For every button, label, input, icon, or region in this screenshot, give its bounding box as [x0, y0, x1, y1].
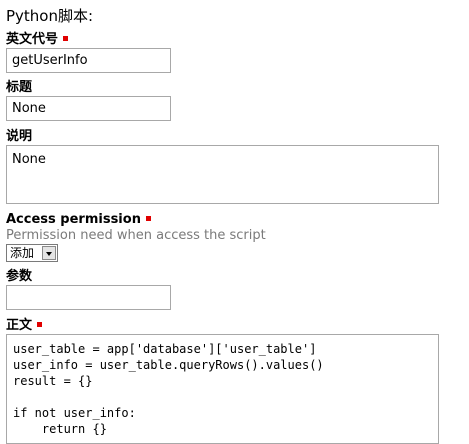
access-permission-select[interactable]: 添加 [6, 244, 58, 262]
code-editor[interactable]: user_table = app['database']['user_table… [6, 334, 439, 444]
params-label: 参数 [6, 269, 33, 284]
required-marker [145, 216, 151, 221]
code-name-input[interactable]: getUserInfo [6, 48, 171, 73]
required-marker [63, 36, 69, 41]
access-permission-hint: Permission need when access the script [6, 228, 266, 243]
access-permission-label-text: Access permission [6, 212, 141, 227]
description-label: 说明 [6, 129, 33, 144]
page-title: Python脚本: [6, 7, 94, 25]
description-textarea[interactable]: None [6, 145, 439, 204]
title-label: 标题 [6, 80, 33, 95]
code-name-label: 英文代号 [6, 32, 69, 48]
body-label-text: 正文 [6, 318, 33, 333]
required-marker [37, 322, 43, 327]
access-permission-selected: 添加 [10, 246, 35, 260]
params-input[interactable] [6, 285, 171, 310]
chevron-down-icon[interactable] [42, 246, 56, 260]
body-label: 正文 [6, 318, 43, 334]
access-permission-label: Access permission [6, 212, 151, 228]
code-name-label-text: 英文代号 [6, 32, 59, 47]
title-input[interactable]: None [6, 96, 171, 121]
